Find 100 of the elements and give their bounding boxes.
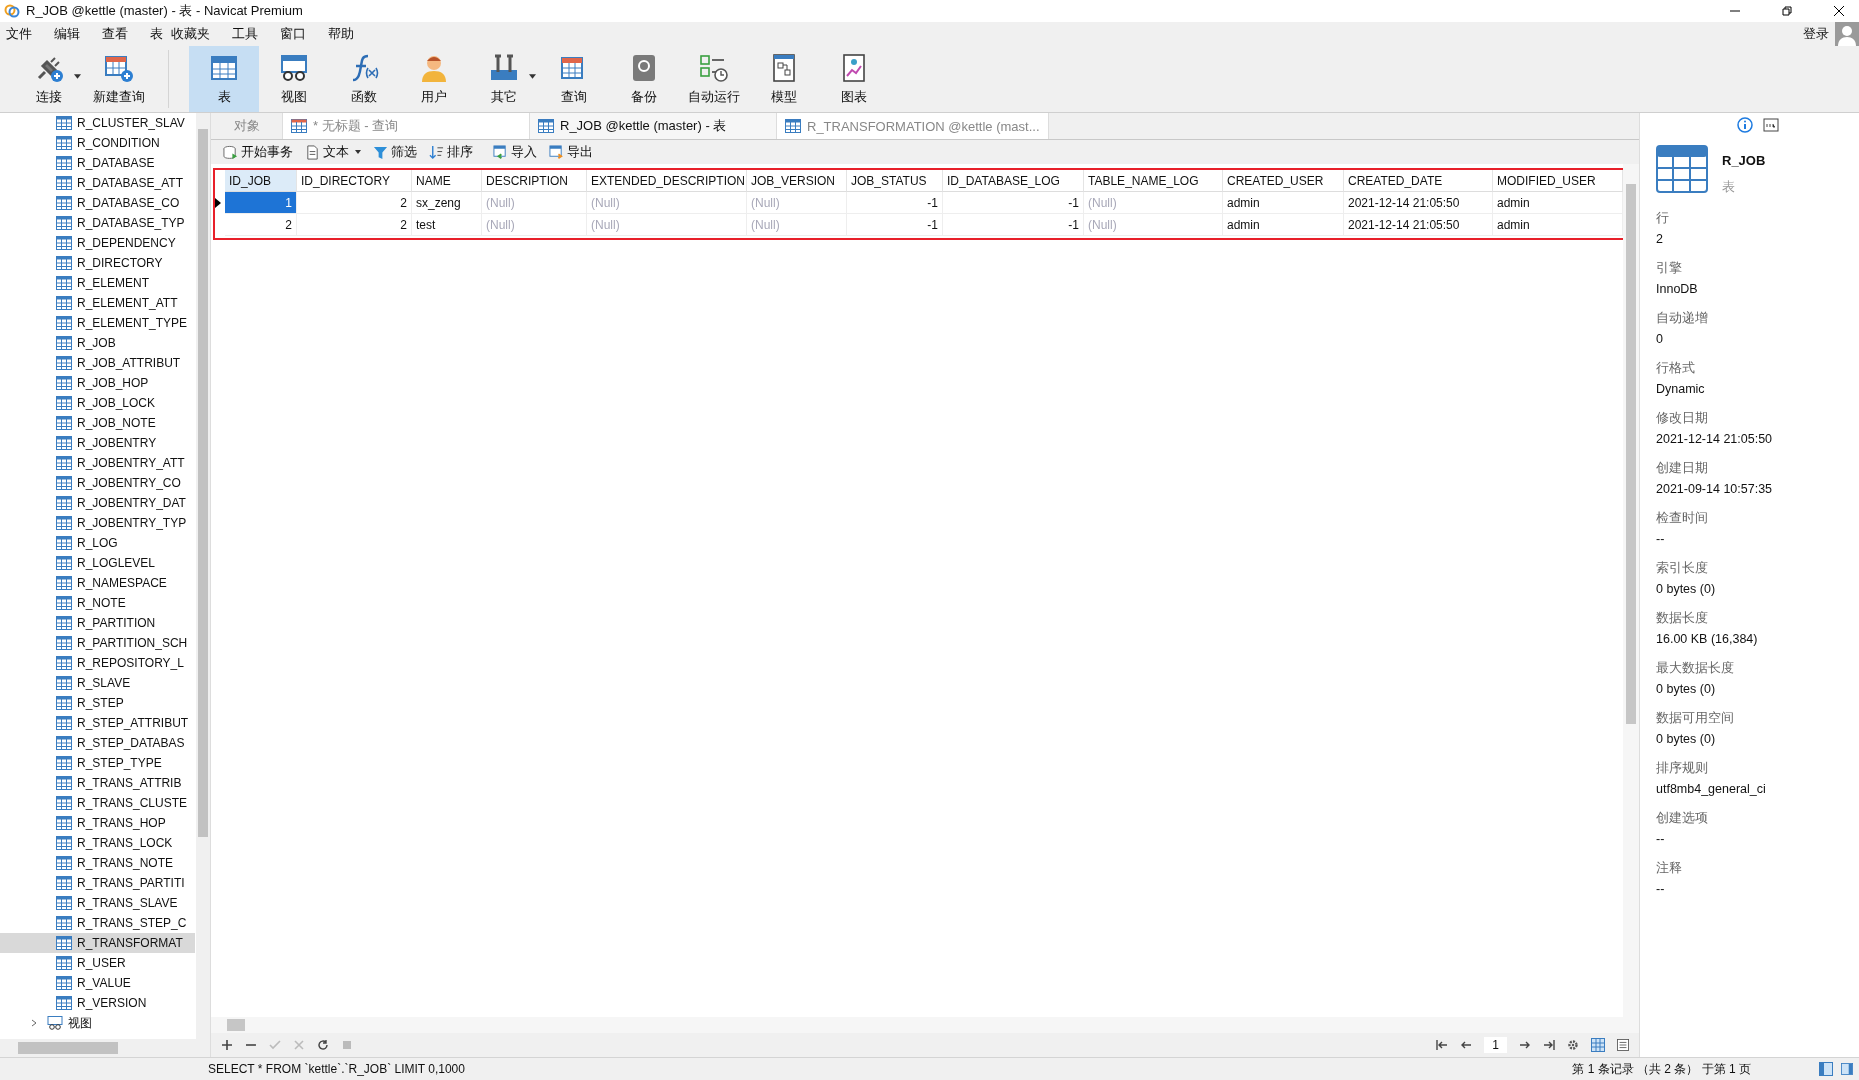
table-tree-item[interactable]: R_TRANS_NOTE — [0, 853, 195, 873]
table-tree-item[interactable]: R_JOBENTRY_DAT — [0, 493, 195, 513]
table-tree-item[interactable]: R_TRANSFORMAT — [0, 933, 195, 953]
column-header[interactable]: ID_JOB — [225, 170, 297, 192]
table-tree-item[interactable]: R_DATABASE_ATT — [0, 173, 195, 193]
login-link[interactable]: 登录 — [1803, 25, 1829, 43]
table-tree-item[interactable]: R_LOGLEVEL — [0, 553, 195, 573]
table-tree-item[interactable]: R_PARTITION_SCH — [0, 633, 195, 653]
table-cell[interactable]: 1 — [225, 192, 297, 214]
table-cell[interactable]: -1 — [847, 192, 943, 214]
table-cell[interactable]: 2021-12-14 21:05:50 — [1344, 192, 1493, 214]
avatar-icon[interactable] — [1835, 22, 1859, 46]
table-cell[interactable]: 2 — [297, 192, 412, 214]
model-tool-button[interactable]: 模型 — [749, 46, 819, 112]
table-tree-item[interactable]: R_DATABASE_TYP — [0, 213, 195, 233]
menu-item[interactable]: 查看 — [102, 25, 128, 43]
table-tree-item[interactable]: R_NAMESPACE — [0, 573, 195, 593]
ddl-icon[interactable] — [1762, 117, 1779, 133]
menu-item[interactable]: 编辑 — [54, 25, 80, 43]
check-icon[interactable] — [269, 1039, 281, 1051]
table-tree-item[interactable]: R_CLUSTER_SLAV — [0, 113, 195, 133]
chart-tool-button[interactable]: 图表 — [819, 46, 889, 112]
table-tree-item[interactable]: R_TRANS_HOP — [0, 813, 195, 833]
schedule-tool-button[interactable]: 自动运行 — [679, 46, 749, 112]
table-tree-item[interactable]: R_JOB_NOTE — [0, 413, 195, 433]
tab[interactable]: R_JOB @kettle (master) - 表 — [530, 113, 777, 139]
backup-tool-button[interactable]: 备份 — [609, 46, 679, 112]
table-tree-item[interactable]: R_LOG — [0, 533, 195, 553]
column-header[interactable]: EXTENDED_DESCRIPTION — [587, 170, 747, 192]
table-tree-item[interactable]: R_JOB_LOCK — [0, 393, 195, 413]
column-header[interactable]: NAME — [412, 170, 482, 192]
menu-item[interactable]: 收藏夹 — [171, 25, 210, 43]
first-page-icon[interactable] — [1436, 1039, 1449, 1051]
table-tree-item[interactable]: R_NOTE — [0, 593, 195, 613]
text-action-button[interactable]: 文本 — [299, 143, 367, 161]
table-tree-item[interactable]: R_SLAVE — [0, 673, 195, 693]
table-tree-item[interactable]: R_VALUE — [0, 973, 195, 993]
table-tree-item[interactable]: R_VERSION — [0, 993, 195, 1013]
tab[interactable]: R_TRANSFORMATION @kettle (mast... — [777, 113, 1049, 139]
previous-page-icon[interactable] — [1460, 1039, 1473, 1051]
table-tree-item[interactable]: R_STEP_DATABAS — [0, 733, 195, 753]
table-tree-item[interactable]: R_JOBENTRY_TYP — [0, 513, 195, 533]
query-tool-button[interactable]: 查询 — [539, 46, 609, 112]
add-icon[interactable] — [221, 1039, 233, 1051]
table-cell[interactable]: test — [412, 214, 482, 236]
function-tool-button[interactable]: 函数 — [329, 46, 399, 112]
table-tree-item[interactable]: R_TRANS_ATTRIB — [0, 773, 195, 793]
grid-view-icon[interactable] — [1591, 1038, 1605, 1052]
column-header[interactable]: JOB_STATUS — [847, 170, 943, 192]
table-tool-button[interactable]: 表 — [189, 46, 259, 112]
menu-item[interactable]: 文件 — [6, 25, 32, 43]
table-tree-item[interactable]: R_TRANS_STEP_C — [0, 913, 195, 933]
newquery-tool-button[interactable]: 新建查询 — [84, 46, 154, 112]
column-header[interactable]: CREATED_DATE — [1344, 170, 1493, 192]
table-tree-item[interactable]: R_DIRECTORY — [0, 253, 195, 273]
table-tree-item[interactable]: R_TRANS_LOCK — [0, 833, 195, 853]
table-tree-item[interactable]: R_USER — [0, 953, 195, 973]
refresh-icon[interactable] — [317, 1039, 329, 1051]
close-icon[interactable] — [1833, 5, 1845, 17]
user-tool-button[interactable]: 用户 — [399, 46, 469, 112]
menu-item[interactable]: 工具 — [232, 25, 258, 43]
table-tree-item[interactable]: R_JOB — [0, 333, 195, 353]
settings-icon[interactable] — [1567, 1039, 1579, 1051]
table-tree-item[interactable]: R_JOBENTRY_CO — [0, 473, 195, 493]
filter-action-button[interactable]: 筛选 — [367, 143, 423, 161]
table-tree-item[interactable]: R_ELEMENT — [0, 273, 195, 293]
info-icon[interactable] — [1736, 117, 1753, 133]
table-tree-item[interactable]: R_REPOSITORY_L — [0, 653, 195, 673]
table-tree-item[interactable]: R_TRANS_PARTITI — [0, 873, 195, 893]
page-number-field[interactable]: 1 — [1484, 1037, 1507, 1053]
table-tree-item[interactable]: R_JOBENTRY_ATT — [0, 453, 195, 473]
table-cell[interactable]: sx_zeng — [412, 192, 482, 214]
table-tree-item[interactable]: R_JOBENTRY — [0, 433, 195, 453]
menu-item[interactable]: 窗口 — [280, 25, 306, 43]
view-tool-button[interactable]: 视图 — [259, 46, 329, 112]
export-action-button[interactable]: 导出 — [543, 143, 599, 161]
column-header[interactable]: JOB_VERSION — [747, 170, 847, 192]
transaction-action-button[interactable]: 开始事务 — [217, 143, 299, 161]
table-tree-item[interactable]: R_DATABASE — [0, 153, 195, 173]
table-tree-item[interactable]: R_DEPENDENCY — [0, 233, 195, 253]
table-tree-item[interactable]: R_ELEMENT_TYPE — [0, 313, 195, 333]
menu-item[interactable]: 表 — [150, 25, 163, 43]
table-tree-item[interactable]: R_STEP — [0, 693, 195, 713]
table-cell[interactable]: 2 — [297, 214, 412, 236]
table-tree-item[interactable]: R_DATABASE_CO — [0, 193, 195, 213]
table-cell[interactable]: 2 — [225, 214, 297, 236]
next-page-icon[interactable] — [1519, 1039, 1531, 1051]
column-header[interactable]: ID_DATABASE_LOG — [943, 170, 1084, 192]
tools-tool-button[interactable]: 其它 — [469, 46, 539, 112]
table-tree-item[interactable]: R_PARTITION — [0, 613, 195, 633]
table-tree-item[interactable]: R_TRANS_CLUSTE — [0, 793, 195, 813]
column-header[interactable]: DESCRIPTION — [482, 170, 587, 192]
table-tree-item[interactable]: R_STEP_ATTRIBUT — [0, 713, 195, 733]
table-cell[interactable]: admin — [1223, 192, 1344, 214]
table-tree-item[interactable]: R_CONDITION — [0, 133, 195, 153]
column-header[interactable]: CREATED_USER — [1223, 170, 1344, 192]
table-tree-item[interactable]: R_JOB_ATTRIBUT — [0, 353, 195, 373]
table-tree-item[interactable]: R_STEP_TYPE — [0, 753, 195, 773]
import-action-button[interactable]: 导入 — [487, 143, 543, 161]
menu-item[interactable]: 帮助 — [328, 25, 354, 43]
